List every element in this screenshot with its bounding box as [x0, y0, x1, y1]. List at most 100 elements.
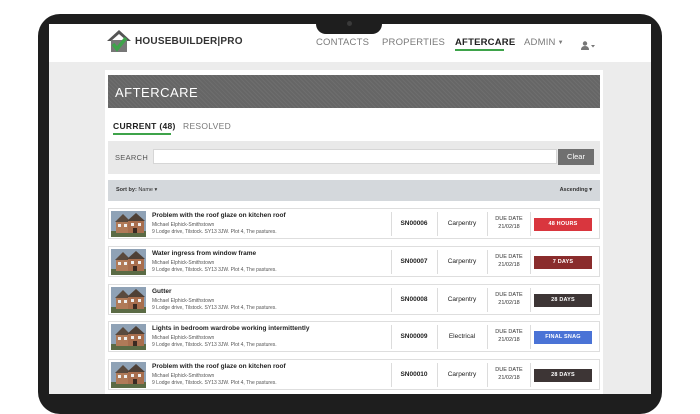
list-item[interactable]: Water ingress from window frame Michael … [108, 246, 600, 277]
divider [530, 288, 531, 312]
snag-reference: SN00010 [400, 371, 428, 378]
divider [487, 250, 488, 274]
search-label: SEARCH [115, 153, 149, 162]
divider [530, 325, 531, 349]
customer-name: Michael Elphick-Smithstown [152, 260, 215, 266]
snag-title: Lights in bedroom wardrobe working inter… [152, 325, 310, 332]
nav-admin[interactable]: ADMIN ▼ [524, 37, 564, 48]
camera-icon [347, 21, 352, 26]
property-thumbnail [111, 211, 146, 237]
status-badge: FINAL SNAG [534, 331, 592, 344]
divider [437, 250, 438, 274]
sort-value: Name [138, 187, 153, 193]
search-input[interactable] [153, 149, 557, 164]
nav-admin-label: ADMIN [524, 37, 556, 48]
divider [530, 212, 531, 236]
divider [437, 325, 438, 349]
house-check-icon [107, 30, 131, 52]
sort-bar: Sort by: Name ▾ Ascending ▾ [108, 180, 600, 201]
due-date-label: DUE DATE [495, 329, 523, 335]
list-item[interactable]: Problem with the roof glaze on kitchen r… [108, 359, 600, 390]
divider [437, 288, 438, 312]
page-title: AFTERCARE [115, 85, 199, 100]
divider [437, 363, 438, 387]
due-date-label: DUE DATE [495, 254, 523, 260]
due-date-value: 21/02/18 [498, 262, 520, 268]
nav-contacts[interactable]: CONTACTS [316, 37, 369, 48]
customer-name: Michael Elphick-Smithstown [152, 335, 215, 341]
trade: Carpentry [447, 258, 477, 265]
divider [487, 325, 488, 349]
customer-name: Michael Elphick-Smithstown [152, 373, 215, 379]
active-nav-indicator [455, 49, 504, 51]
divider [391, 288, 392, 312]
sort-by-dropdown[interactable]: Sort by: Name ▾ [116, 187, 157, 193]
snag-title: Gutter [152, 288, 172, 295]
property-address: 9 Lodge drive, Tilstock. SY13 3JW. Plot … [152, 342, 277, 348]
logo-text: HOUSEBUILDER|PRO [135, 35, 243, 47]
list-item[interactable]: Lights in bedroom wardrobe working inter… [108, 321, 600, 352]
property-thumbnail [111, 362, 146, 388]
aftercare-panel: AFTERCARE CURRENT (48) RESOLVED SEARCH C… [105, 70, 603, 394]
customer-name: Michael Elphick-Smithstown [152, 298, 215, 304]
due-date: DUE DATE 21/02/18 [489, 291, 529, 307]
snag-title: Problem with the roof glaze on kitchen r… [152, 212, 286, 219]
snag-reference: SN00006 [400, 220, 428, 227]
trade: Carpentry [447, 220, 477, 227]
tab-current[interactable]: CURRENT (48) [113, 121, 176, 131]
due-date: DUE DATE 21/02/18 [489, 253, 529, 269]
snag-reference: SN00009 [400, 333, 428, 340]
user-menu[interactable] [581, 38, 595, 56]
status-badge: 48 HOURS [534, 218, 592, 231]
divider [391, 363, 392, 387]
tab-resolved[interactable]: RESOLVED [183, 121, 231, 131]
property-address: 9 Lodge drive, Tilstock. SY13 3JW. Plot … [152, 229, 277, 235]
snag-reference: SN00007 [400, 258, 428, 265]
due-date-value: 21/02/18 [498, 337, 520, 343]
due-date-value: 21/02/18 [498, 375, 520, 381]
property-thumbnail [111, 287, 146, 313]
status-badge: 28 DAYS [534, 369, 592, 382]
nav-aftercare[interactable]: AFTERCARE [455, 37, 515, 48]
chevron-down-icon: ▼ [557, 40, 564, 46]
user-icon [581, 41, 595, 50]
divider [487, 212, 488, 236]
due-date-value: 21/02/18 [498, 224, 520, 230]
trade: Carpentry [447, 371, 477, 378]
snag-title: Water ingress from window frame [152, 250, 257, 257]
divider [391, 212, 392, 236]
divider [487, 288, 488, 312]
due-date-label: DUE DATE [495, 292, 523, 298]
divider [530, 250, 531, 274]
divider [530, 363, 531, 387]
divider [487, 363, 488, 387]
app-screen: HOUSEBUILDER|PRO CONTACTS PROPERTIES AFT… [49, 24, 651, 394]
sort-label: Sort by: [116, 187, 137, 193]
divider [437, 212, 438, 236]
due-date: DUE DATE 21/02/18 [489, 215, 529, 231]
due-date-label: DUE DATE [495, 367, 523, 373]
property-thumbnail [111, 324, 146, 350]
list-item[interactable]: Gutter Michael Elphick-Smithstown 9 Lodg… [108, 284, 600, 315]
logo[interactable]: HOUSEBUILDER|PRO [106, 29, 243, 53]
property-address: 9 Lodge drive, Tilstock. SY13 3JW. Plot … [152, 267, 277, 273]
list-item[interactable]: Problem with the roof glaze on kitchen r… [108, 208, 600, 239]
property-address: 9 Lodge drive, Tilstock. SY13 3JW. Plot … [152, 380, 277, 386]
sort-order-dropdown[interactable]: Ascending ▾ [560, 187, 592, 193]
snag-title: Problem with the roof glaze on kitchen r… [152, 363, 286, 370]
property-address: 9 Lodge drive, Tilstock. SY13 3JW. Plot … [152, 305, 277, 311]
chevron-down-icon: ▾ [589, 187, 592, 193]
chevron-down-icon: ▾ [154, 187, 158, 193]
nav-properties[interactable]: PROPERTIES [382, 37, 445, 48]
active-tab-indicator [113, 133, 171, 135]
snag-reference: SN00008 [400, 296, 428, 303]
status-badge: 28 DAYS [534, 294, 592, 307]
due-date: DUE DATE 21/02/18 [489, 328, 529, 344]
trade: Electrical [448, 333, 476, 340]
divider [391, 325, 392, 349]
search-bar: SEARCH Clear [108, 141, 600, 174]
divider [391, 250, 392, 274]
clear-button[interactable]: Clear [558, 149, 594, 165]
sort-order-value: Ascending [559, 187, 588, 193]
customer-name: Michael Elphick-Smithstown [152, 222, 215, 228]
